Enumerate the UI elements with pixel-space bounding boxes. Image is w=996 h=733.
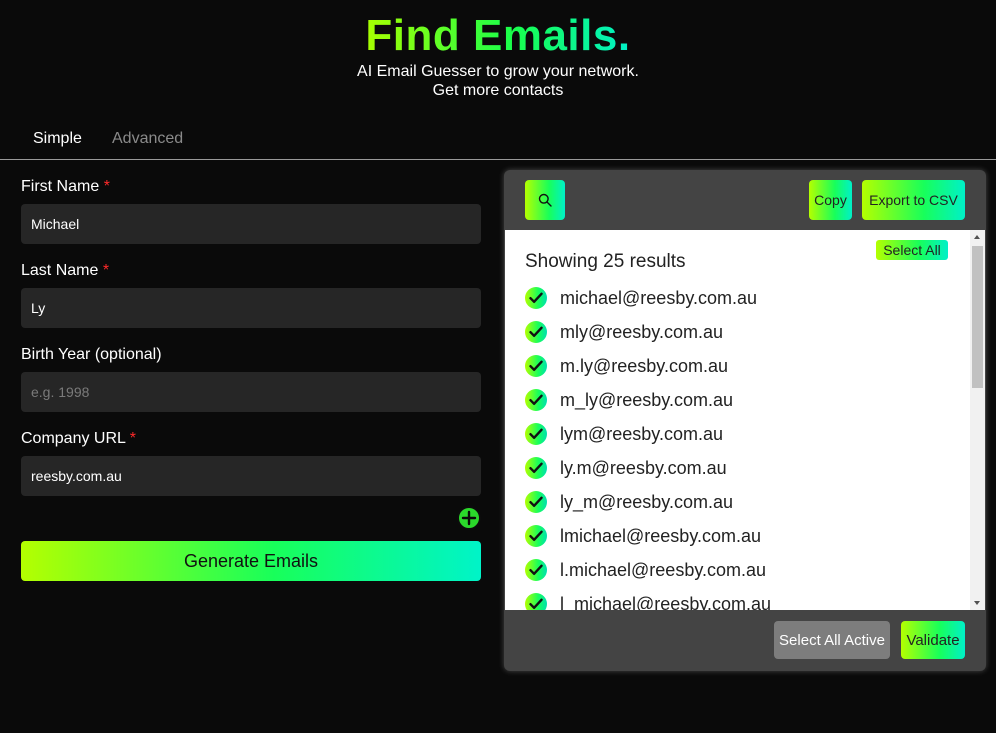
- scroll-up-arrow-icon[interactable]: [974, 235, 980, 239]
- scroll-thumb[interactable]: [972, 246, 983, 388]
- email-row[interactable]: mly@reesby.com.au: [525, 315, 965, 349]
- birth-year-field: Birth Year (optional): [21, 346, 481, 430]
- scrollbar[interactable]: [970, 230, 985, 610]
- first-name-input[interactable]: [21, 204, 481, 244]
- first-name-field: First Name *: [21, 178, 481, 262]
- tab-bar: Simple Advanced: [0, 128, 996, 160]
- email-form: First Name * Last Name * Birth Year (opt…: [21, 178, 481, 581]
- checkmark-icon[interactable]: [525, 423, 547, 445]
- checkmark-icon[interactable]: [525, 355, 547, 377]
- company-url-label: Company URL *: [21, 430, 481, 452]
- email-address: ly_m@reesby.com.au: [560, 491, 733, 512]
- required-mark: *: [102, 262, 110, 279]
- last-name-input[interactable]: [21, 288, 481, 328]
- first-name-label: First Name *: [21, 178, 481, 200]
- checkmark-icon[interactable]: [525, 389, 547, 411]
- email-row[interactable]: l_michael@reesby.com.au: [525, 587, 965, 610]
- first-name-label-text: First Name: [21, 178, 100, 195]
- email-row[interactable]: michael@reesby.com.au: [525, 281, 965, 315]
- search-button[interactable]: [525, 180, 565, 220]
- email-address: lmichael@reesby.com.au: [560, 525, 762, 546]
- results-list-area[interactable]: Select All Showing 25 results michael@re…: [505, 230, 985, 610]
- checkmark-icon[interactable]: [525, 559, 547, 581]
- plus-icon[interactable]: [457, 506, 481, 530]
- checkmark-icon[interactable]: [525, 525, 547, 547]
- email-address: l_michael@reesby.com.au: [560, 593, 772, 611]
- select-all-active-button[interactable]: Select All Active: [774, 621, 890, 659]
- company-url-label-text: Company URL: [21, 430, 126, 447]
- birth-year-input[interactable]: [21, 372, 481, 412]
- subtitle-line-1: AI Email Guesser to grow your network.: [357, 63, 639, 80]
- email-row[interactable]: ly.m@reesby.com.au: [525, 451, 965, 485]
- header: Find Emails. AI Email Guesser to grow yo…: [0, 0, 996, 100]
- checkmark-icon[interactable]: [525, 457, 547, 479]
- email-row[interactable]: m_ly@reesby.com.au: [525, 383, 965, 417]
- tab-simple[interactable]: Simple: [33, 130, 82, 148]
- copy-button[interactable]: Copy: [809, 180, 852, 220]
- validate-button[interactable]: Validate: [901, 621, 965, 659]
- email-address: l.michael@reesby.com.au: [560, 559, 767, 580]
- results-toolbar: Copy Export to CSV: [504, 170, 986, 230]
- export-csv-button[interactable]: Export to CSV: [862, 180, 965, 220]
- select-all-button[interactable]: Select All: [876, 240, 948, 260]
- search-icon: [538, 193, 552, 207]
- email-address: lym@reesby.com.au: [560, 423, 723, 444]
- required-mark: *: [103, 178, 110, 195]
- email-address: michael@reesby.com.au: [560, 287, 758, 308]
- email-row[interactable]: l.michael@reesby.com.au: [525, 553, 965, 587]
- birth-year-label: Birth Year (optional): [21, 346, 481, 368]
- last-name-field: Last Name *: [21, 262, 481, 346]
- email-address: ly.m@reesby.com.au: [560, 457, 727, 478]
- company-url-input[interactable]: [21, 456, 481, 496]
- last-name-label-text: Last Name: [21, 262, 99, 279]
- tab-advanced[interactable]: Advanced: [112, 130, 183, 148]
- checkmark-icon[interactable]: [525, 593, 547, 610]
- email-address: mly@reesby.com.au: [560, 321, 723, 342]
- results-panel: Copy Export to CSV Select All Showing 25…: [504, 170, 986, 671]
- birth-year-label-text: Birth Year (optional): [21, 346, 162, 363]
- email-row[interactable]: m.ly@reesby.com.au: [525, 349, 965, 383]
- email-list: michael@reesby.com.au mly@reesby.com.au m.…: [525, 281, 965, 610]
- scroll-down-arrow-icon[interactable]: [974, 601, 980, 605]
- company-url-field: Company URL *: [21, 430, 481, 514]
- email-row[interactable]: lmichael@reesby.com.au: [525, 519, 965, 553]
- required-mark: *: [129, 430, 137, 447]
- generate-emails-button[interactable]: Generate Emails: [21, 541, 481, 581]
- email-row[interactable]: lym@reesby.com.au: [525, 417, 965, 451]
- email-row[interactable]: ly_m@reesby.com.au: [525, 485, 965, 519]
- results-footer: Select All Active Validate: [504, 610, 986, 671]
- last-name-label: Last Name *: [21, 262, 481, 284]
- page-title: Find Emails.: [365, 11, 631, 60]
- email-address: m_ly@reesby.com.au: [560, 389, 733, 410]
- subtitle-line-2: Get more contacts: [432, 82, 564, 99]
- checkmark-icon[interactable]: [525, 287, 547, 309]
- checkmark-icon[interactable]: [525, 491, 547, 513]
- checkmark-icon[interactable]: [525, 321, 547, 343]
- results-count: Showing 25 results: [525, 251, 686, 272]
- email-address: m.ly@reesby.com.au: [560, 355, 728, 376]
